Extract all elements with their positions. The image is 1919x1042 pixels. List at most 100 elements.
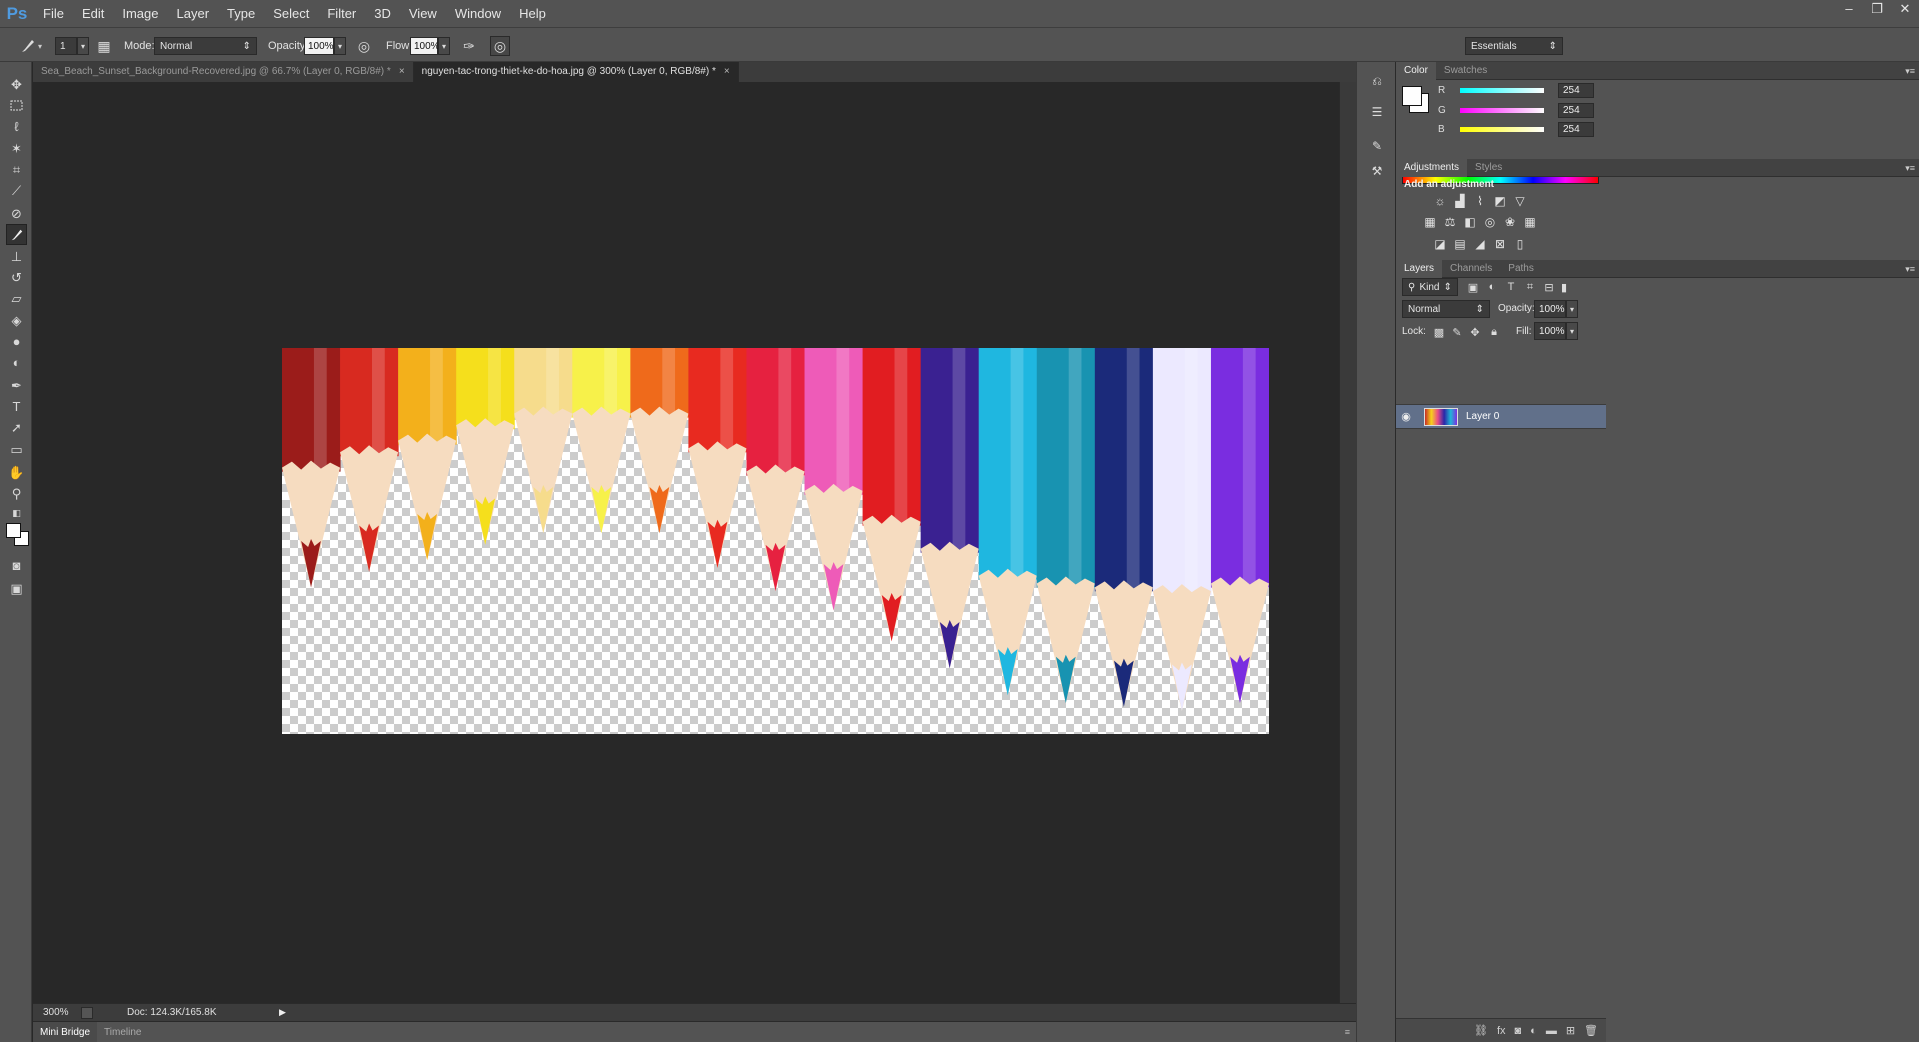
visibility-eye-icon[interactable]: ◉: [1396, 404, 1416, 429]
eraser-tool-icon[interactable]: ▱: [6, 288, 27, 309]
lock-all-icon[interactable]: 🔒︎: [1487, 325, 1501, 339]
panel-menu-icon[interactable]: ▾≡: [1905, 159, 1915, 177]
add-mask-icon[interactable]: ◙: [1515, 1025, 1522, 1037]
red-track[interactable]: [1460, 87, 1544, 93]
default-colors-icon[interactable]: ◧: [6, 507, 27, 519]
tab-timeline[interactable]: Timeline: [97, 1022, 148, 1042]
type-filter-icon[interactable]: T: [1504, 280, 1518, 294]
brush-size-picker[interactable]: 1 ▾: [55, 37, 89, 55]
green-value[interactable]: 254: [1558, 102, 1594, 118]
menu-image[interactable]: Image: [113, 0, 167, 27]
type-tool-icon[interactable]: T: [6, 396, 27, 417]
chevron-down-icon[interactable]: ▾: [1566, 322, 1578, 340]
tab-styles[interactable]: Styles: [1467, 159, 1510, 177]
adjustment-filter-icon[interactable]: ◐: [1485, 280, 1499, 294]
threshold-icon[interactable]: ◢: [1472, 236, 1488, 252]
hand-tool-icon[interactable]: ✋: [6, 462, 27, 483]
photo-filter-icon[interactable]: ◎: [1482, 214, 1498, 230]
restore-button[interactable]: ❐: [1863, 0, 1891, 17]
curves-icon[interactable]: ⌇: [1472, 193, 1488, 209]
brush-presets-icon[interactable]: ✎: [1367, 136, 1387, 156]
green-slider[interactable]: G 254: [1406, 102, 1606, 118]
lock-image-icon[interactable]: ✎: [1450, 325, 1464, 339]
blue-track[interactable]: [1460, 126, 1544, 132]
fill-input[interactable]: 100%: [1534, 322, 1566, 340]
status-menu-icon[interactable]: [81, 1006, 93, 1019]
layer-kind-filter[interactable]: ⚲ Kind ⇕: [1402, 278, 1458, 296]
brush-tool-icon[interactable]: [6, 224, 27, 245]
blend-mode-dropdown[interactable]: Normal ⇕: [1402, 300, 1490, 318]
color-swatches[interactable]: [5, 522, 31, 548]
channel-mixer-icon[interactable]: ❀: [1502, 214, 1518, 230]
play-arrow-icon[interactable]: ▶: [279, 1007, 286, 1018]
healing-brush-tool-icon[interactable]: ⊘: [6, 203, 27, 224]
blur-tool-icon[interactable]: ●: [6, 331, 27, 352]
black-white-icon[interactable]: ◧: [1462, 214, 1478, 230]
gradient-map-icon[interactable]: ▯: [1512, 236, 1528, 252]
paint-bucket-tool-icon[interactable]: ◈: [6, 310, 27, 331]
minimize-button[interactable]: –: [1835, 0, 1863, 17]
history-brush-tool-icon[interactable]: ↺: [6, 267, 27, 288]
flow-control[interactable]: 100% ▾: [410, 37, 450, 55]
link-layers-icon[interactable]: ⛓: [1474, 1024, 1488, 1037]
exposure-icon[interactable]: ◩: [1492, 193, 1508, 209]
properties-icon[interactable]: ☰: [1367, 102, 1387, 122]
color-lookup-icon[interactable]: ▦: [1522, 214, 1538, 230]
lock-transparent-icon[interactable]: ▩: [1432, 325, 1446, 339]
lock-position-icon[interactable]: ✥: [1468, 325, 1482, 339]
tab-nguyen-tac-document[interactable]: nguyen-tac-trong-thiet-ke-do-hoa.jpg @ 3…: [413, 62, 739, 82]
menu-file[interactable]: File: [34, 0, 73, 27]
path-selection-tool-icon[interactable]: ➚: [6, 417, 27, 438]
quick-mask-icon[interactable]: ◙: [6, 555, 27, 576]
pen-tool-icon[interactable]: ✒: [6, 375, 27, 396]
new-adjustment-layer-icon[interactable]: ◐: [1530, 1025, 1537, 1037]
filter-toggle-icon[interactable]: ▮: [1560, 280, 1568, 294]
brightness-contrast-icon[interactable]: ☼: [1432, 193, 1448, 209]
chevron-down-icon[interactable]: ▾: [1566, 300, 1578, 318]
delete-layer-icon[interactable]: 🗑︎: [1584, 1024, 1598, 1037]
lasso-tool-icon[interactable]: ℓ: [6, 116, 27, 137]
tab-layers[interactable]: Layers: [1396, 259, 1443, 278]
pressure-opacity-toggle[interactable]: ◎: [354, 37, 374, 55]
dodge-tool-icon[interactable]: ◐: [6, 352, 27, 373]
pressure-size-toggle[interactable]: ◎: [490, 36, 510, 56]
hue-saturation-icon[interactable]: ▦: [1422, 214, 1438, 230]
tab-sea-beach-document[interactable]: Sea_Beach_Sunset_Background-Recovered.jp…: [33, 62, 414, 82]
magic-wand-tool-icon[interactable]: ✶: [6, 138, 27, 159]
green-track[interactable]: [1460, 107, 1544, 113]
levels-icon[interactable]: ▟: [1452, 193, 1468, 209]
panel-menu-icon[interactable]: ≡: [1345, 1027, 1350, 1037]
tool-preset-picker[interactable]: ▾: [18, 37, 42, 55]
foreground-color-swatch[interactable]: [6, 523, 21, 538]
selective-color-icon[interactable]: ⊠: [1492, 236, 1508, 252]
history-icon[interactable]: ⎌: [1367, 71, 1387, 91]
workspace-dropdown[interactable]: Essentials ⇕: [1465, 37, 1563, 55]
panel-menu-icon[interactable]: ▾≡: [1905, 62, 1915, 80]
opacity-control[interactable]: 100% ▾: [304, 37, 346, 55]
canvas-area[interactable]: [33, 82, 1339, 1003]
tab-paths[interactable]: Paths: [1500, 260, 1542, 278]
vertical-scrollbar[interactable]: [1339, 82, 1356, 1003]
new-layer-icon[interactable]: ⊞: [1566, 1024, 1575, 1037]
marquee-tool-icon[interactable]: [6, 95, 27, 116]
eyedropper-tool-icon[interactable]: ⟋: [6, 180, 27, 201]
menu-select[interactable]: Select: [264, 0, 318, 27]
layer-style-icon[interactable]: fx: [1497, 1025, 1506, 1037]
tab-channels[interactable]: Channels: [1442, 260, 1500, 278]
screen-mode-icon[interactable]: ▣: [6, 578, 27, 599]
red-value[interactable]: 254: [1558, 82, 1594, 98]
menu-help[interactable]: Help: [510, 0, 555, 27]
new-group-icon[interactable]: ▬: [1546, 1025, 1557, 1037]
shape-filter-icon[interactable]: ⌗: [1523, 280, 1537, 294]
zoom-level[interactable]: 300%: [43, 1007, 77, 1018]
tool-presets-icon[interactable]: ⚒: [1367, 161, 1387, 181]
red-slider[interactable]: R 254: [1406, 82, 1606, 98]
layer-row[interactable]: ◉ Layer 0: [1396, 404, 1606, 429]
layer-name[interactable]: Layer 0: [1466, 411, 1499, 422]
vibrance-icon[interactable]: ▽: [1512, 193, 1528, 209]
menu-layer[interactable]: Layer: [168, 0, 219, 27]
menu-filter[interactable]: Filter: [318, 0, 365, 27]
blue-slider[interactable]: B 254: [1406, 121, 1606, 137]
rectangle-tool-icon[interactable]: ▭: [6, 439, 27, 460]
zoom-tool-icon[interactable]: ⚲: [6, 483, 27, 504]
